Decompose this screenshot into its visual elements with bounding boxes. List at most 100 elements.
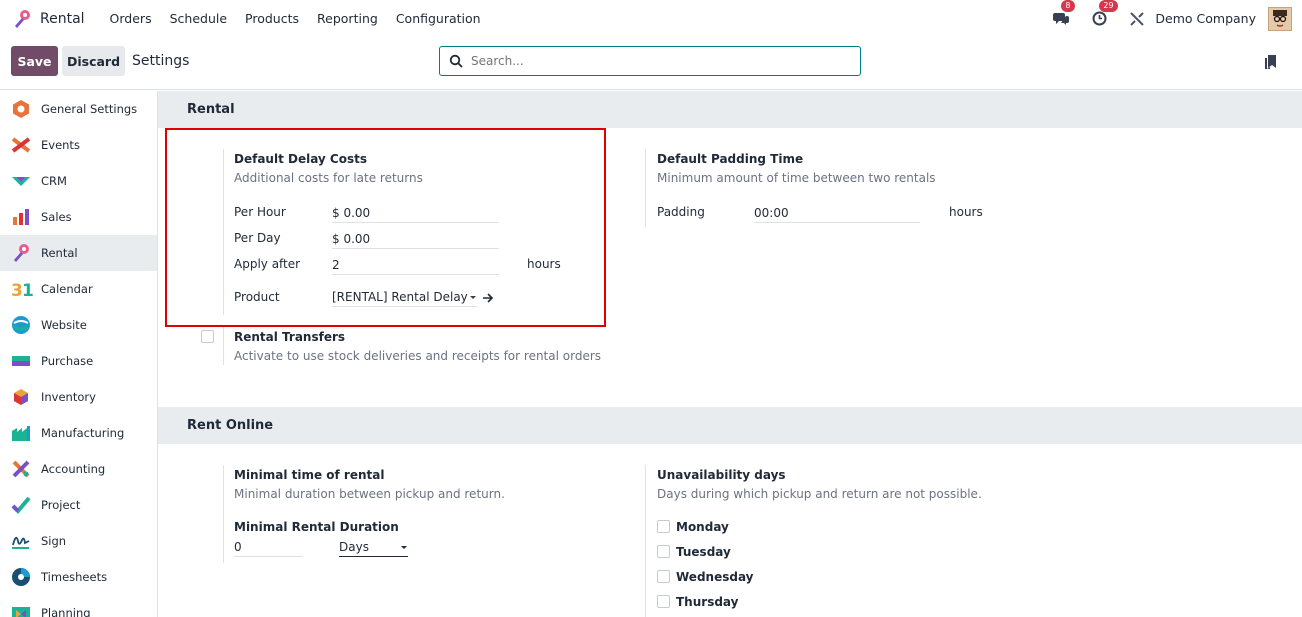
setting-default-padding-time: Default Padding Time Minimum amount of t… (645, 149, 1065, 229)
page-title: Settings (132, 53, 190, 69)
monday-checkbox[interactable] (657, 520, 670, 533)
minimal-time-description: Minimal duration between pickup and retu… (234, 487, 505, 501)
save-button[interactable]: Save (11, 46, 58, 76)
manufacturing-icon (11, 423, 31, 443)
tuesday-checkbox[interactable] (657, 545, 670, 558)
crm-icon (11, 171, 31, 191)
accounting-icon (11, 459, 31, 479)
setting-minimal-time-of-rental: Minimal time of rental Minimal duration … (223, 465, 603, 565)
debug-tools-button[interactable] (1127, 9, 1147, 29)
wednesday-label: Wednesday (676, 570, 754, 584)
apply-after-unit: hours (527, 257, 561, 271)
sidebar-item-crm[interactable]: CRM (0, 163, 157, 199)
general-settings-icon (11, 99, 31, 119)
app-name: Rental (40, 10, 85, 27)
wednesday-checkbox[interactable] (657, 570, 670, 583)
discard-button[interactable]: Discard (62, 46, 125, 76)
messages-button[interactable]: 8 (1051, 0, 1075, 29)
setting-unavailability-days: Unavailability days Days during which pi… (645, 465, 1065, 617)
search-input[interactable] (471, 54, 851, 68)
duration-unit-select[interactable]: Days (339, 538, 408, 557)
sidebar-item-accounting[interactable]: Accounting (0, 451, 157, 487)
section-header-rent-online: Rent Online (158, 407, 1302, 444)
thursday-label: Thursday (676, 595, 739, 609)
setting-default-delay-costs: Default Delay Costs Additional costs for… (223, 149, 603, 319)
product-field[interactable]: [RENTAL] Rental Delay (332, 288, 477, 307)
menu-configuration[interactable]: Configuration (387, 11, 490, 26)
caret-down-icon[interactable] (469, 295, 477, 301)
rental-transfers-description: Activate to use stock deliveries and rec… (234, 349, 602, 363)
duration-unit-value: Days (339, 540, 369, 554)
unavailability-description: Days during which pickup and return are … (657, 487, 982, 501)
rental-app-icon (12, 9, 32, 29)
minimal-duration-label: Minimal Rental Duration (234, 520, 399, 534)
sidebar-item-sales[interactable]: Sales (0, 199, 157, 235)
sidebar-item-manufacturing[interactable]: Manufacturing (0, 415, 157, 451)
product-field-value: [RENTAL] Rental Delay (332, 290, 468, 304)
sidebar-item-rental[interactable]: Rental (0, 235, 157, 271)
apply-after-label: Apply after (234, 257, 301, 271)
tools-icon (1130, 11, 1145, 26)
inventory-icon (11, 387, 31, 407)
monday-label: Monday (676, 520, 729, 534)
sidebar-item-project[interactable]: Project (0, 487, 157, 523)
padding-description: Minimum amount of time between two renta… (657, 171, 936, 185)
menu-reporting[interactable]: Reporting (308, 11, 387, 26)
control-panel: Save Discard Settings (0, 37, 1302, 90)
sidebar-item-events[interactable]: Events (0, 127, 157, 163)
per-day-label: Per Day (234, 231, 281, 245)
sidebar-item-website[interactable]: Website (0, 307, 157, 343)
setting-rental-transfers: Rental Transfers Activate to use stock d… (223, 327, 643, 367)
thursday-checkbox[interactable] (657, 595, 670, 608)
sidebar-item-inventory[interactable]: Inventory (0, 379, 157, 415)
search-icon (449, 54, 463, 68)
section-header-rental: Rental (158, 91, 1302, 128)
sidebar-item-calendar[interactable]: 31 Calendar (0, 271, 157, 307)
per-day-field[interactable]: $ 0.00 (332, 230, 499, 249)
tuesday-label: Tuesday (676, 545, 731, 559)
user-avatar[interactable] (1268, 6, 1292, 31)
menu-schedule[interactable]: Schedule (161, 11, 236, 26)
sidebar-item-purchase[interactable]: Purchase (0, 343, 157, 379)
padding-title: Default Padding Time (657, 152, 804, 166)
per-hour-field[interactable]: $ 0.00 (332, 204, 499, 223)
top-navbar: Rental Orders Schedule Products Reportin… (0, 0, 1302, 37)
padding-field[interactable]: 00:00 (754, 204, 920, 223)
padding-label: Padding (657, 205, 705, 219)
company-switcher[interactable]: Demo Company (1155, 11, 1256, 26)
minimal-time-title: Minimal time of rental (234, 468, 385, 482)
unavailability-title: Unavailability days (657, 468, 786, 482)
minimal-duration-field[interactable]: 0 (234, 538, 303, 557)
project-icon (11, 495, 31, 515)
sidebar-item-sign[interactable]: Sign (0, 523, 157, 559)
delay-costs-title: Default Delay Costs (234, 152, 368, 166)
clock-icon (1092, 11, 1107, 26)
settings-main: Rental Default Delay Costs Additional co… (158, 91, 1302, 617)
sidebar-item-planning[interactable]: Planning (0, 595, 157, 617)
arrow-right-icon[interactable] (482, 293, 494, 303)
activities-badge: 29 (1099, 0, 1118, 12)
events-icon (11, 135, 31, 155)
rental-icon (11, 243, 31, 263)
sidebar-item-timesheets[interactable]: Timesheets (0, 559, 157, 595)
apply-after-field[interactable]: 2 (332, 256, 499, 275)
rental-transfers-checkbox[interactable] (201, 330, 214, 343)
sidebar-item-general-settings[interactable]: General Settings (0, 91, 157, 127)
app-brand[interactable]: Rental (12, 9, 85, 29)
sign-icon (11, 531, 31, 551)
per-hour-label: Per Hour (234, 205, 286, 219)
activities-button[interactable]: 29 (1089, 0, 1118, 29)
caret-down-icon[interactable] (400, 545, 408, 551)
purchase-icon (11, 351, 31, 371)
timesheets-icon (11, 567, 31, 587)
sales-icon (11, 207, 31, 227)
rental-transfers-title: Rental Transfers (234, 330, 346, 344)
bookmark-icon[interactable] (1264, 54, 1278, 70)
main-menu: Orders Schedule Products Reporting Confi… (101, 11, 490, 26)
menu-orders[interactable]: Orders (101, 11, 161, 26)
chat-icon (1053, 12, 1070, 25)
calendar-icon: 31 (11, 279, 34, 301)
search-bar[interactable] (439, 46, 861, 76)
product-label: Product (234, 290, 280, 304)
menu-products[interactable]: Products (236, 11, 308, 26)
